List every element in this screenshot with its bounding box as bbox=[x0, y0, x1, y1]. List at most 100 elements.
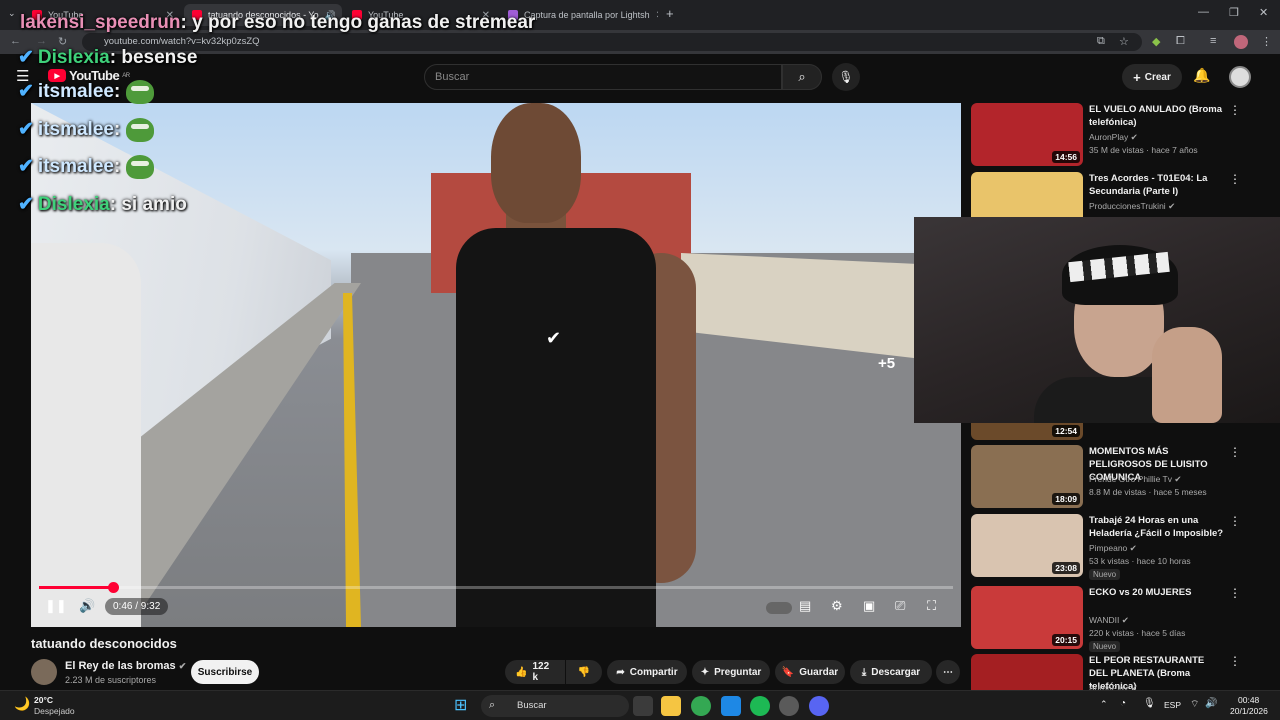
video-player[interactable]: ✔ +5 ❚❚ 🔊 0:46 / 9:32 ▤ ⚙ ▣ ⎚ ⛶ bbox=[31, 103, 961, 627]
clock-date[interactable]: 20/1/2026 bbox=[1230, 706, 1268, 716]
close-window-icon[interactable]: ✕ bbox=[1259, 6, 1268, 19]
subtitles-icon[interactable]: ▤ bbox=[799, 598, 811, 614]
more-actions-button[interactable]: ⋯ bbox=[936, 660, 960, 684]
file-explorer-icon[interactable] bbox=[661, 696, 681, 716]
obs-icon[interactable] bbox=[779, 696, 799, 716]
autoplay-toggle[interactable] bbox=[766, 602, 792, 614]
chat-username: itsmalee bbox=[37, 81, 114, 103]
list-item[interactable]: 23:08 Trabajé 24 Horas en una Heladería ¿… bbox=[971, 514, 1271, 580]
more-vertical-icon[interactable]: ⋮ bbox=[1229, 445, 1241, 459]
close-tab-icon[interactable]: ✕ bbox=[656, 10, 658, 21]
start-windows-icon[interactable]: ⊞ bbox=[454, 695, 467, 715]
settings-gear-icon[interactable]: ⚙ bbox=[831, 598, 843, 614]
chat-username: itsmalee bbox=[37, 119, 114, 141]
discord-icon[interactable] bbox=[809, 696, 829, 716]
more-vertical-icon[interactable]: ⋮ bbox=[1229, 654, 1241, 668]
recommendation-channel[interactable]: AuronPlay ✔ bbox=[1089, 132, 1138, 143]
save-button[interactable]: 🔖 Guardar bbox=[775, 660, 845, 684]
share-button[interactable]: ➦ Compartir bbox=[607, 660, 687, 684]
fullscreen-icon[interactable]: ⛶ bbox=[927, 598, 936, 614]
extensions-puzzle-icon[interactable]: ⧠ bbox=[1176, 35, 1185, 48]
more-vertical-icon[interactable]: ⋮ bbox=[1229, 103, 1241, 117]
new-tab-button[interactable]: + bbox=[666, 6, 674, 21]
video-thumbnail[interactable]: 23:08 bbox=[971, 514, 1083, 577]
weather-icon[interactable]: 🌙 bbox=[14, 696, 30, 712]
browser-menu-icon[interactable]: ⋮ bbox=[1261, 35, 1272, 48]
download-button[interactable]: ⤓ Descargar bbox=[850, 660, 932, 684]
subscribe-button[interactable]: Suscribirse bbox=[191, 660, 259, 684]
search-input[interactable]: Buscar bbox=[424, 64, 782, 90]
video-thumbnail[interactable]: 20:15 bbox=[971, 586, 1083, 649]
weather-temp[interactable]: 20°C bbox=[34, 695, 53, 705]
video-frame-man: ✔ bbox=[451, 103, 701, 627]
account-avatar[interactable] bbox=[1229, 66, 1251, 88]
dislike-button[interactable]: 👎 bbox=[566, 660, 602, 684]
voice-search-button[interactable]: 🎙 bbox=[832, 63, 860, 91]
recommendation-title[interactable]: ECKO vs 20 MUJERES bbox=[1089, 586, 1224, 599]
recommendation-channel[interactable]: WANDII ✔ bbox=[1089, 615, 1129, 626]
cast-icon[interactable]: ⎚ bbox=[895, 598, 905, 614]
more-vertical-icon[interactable]: ⋮ bbox=[1229, 514, 1241, 528]
clock-time[interactable]: 00:48 bbox=[1238, 695, 1259, 705]
more-horizontal-icon: ⋯ bbox=[943, 666, 953, 678]
volume-icon[interactable]: 🔊 bbox=[79, 598, 95, 614]
wifi-icon[interactable]: ⌔ bbox=[1190, 698, 1199, 711]
recommendation-channel[interactable]: ProduccionesTrukini ✔ bbox=[1089, 201, 1175, 212]
pause-icon[interactable]: ❚❚ bbox=[45, 598, 67, 614]
progress-bar[interactable] bbox=[39, 582, 953, 593]
tab-list-icon[interactable]: ⌄ bbox=[8, 8, 16, 19]
language-indicator[interactable]: ESP bbox=[1164, 700, 1181, 710]
install-app-icon[interactable]: ⧉ bbox=[1097, 35, 1105, 48]
recommendation-channel[interactable]: Prende Otro Phillie Tv ✔ bbox=[1089, 474, 1182, 485]
minimize-icon[interactable]: — bbox=[1198, 6, 1209, 18]
profile-avatar[interactable] bbox=[1234, 35, 1248, 49]
video-thumbnail[interactable]: 18:09 bbox=[971, 445, 1083, 508]
chat-username: lakensi_speedrun bbox=[20, 12, 181, 33]
create-button[interactable]: + Crear bbox=[1122, 64, 1182, 90]
list-item[interactable]: 18:09 MOMENTOS MÁS PELIGROSOS DE LUISITO … bbox=[971, 445, 1271, 511]
more-vertical-icon[interactable]: ⋮ bbox=[1229, 172, 1241, 186]
tray-network-icon[interactable]: ◔ bbox=[1120, 698, 1126, 709]
more-vertical-icon[interactable]: ⋮ bbox=[1229, 586, 1241, 600]
list-item[interactable]: 20:15 ECKO vs 20 MUJERES WANDII ✔ 220 k vis… bbox=[971, 586, 1271, 652]
media-controls-icon[interactable]: ≡ bbox=[1210, 35, 1216, 47]
badge-icon: ✔ bbox=[18, 156, 34, 178]
restore-icon[interactable]: ❐ bbox=[1229, 6, 1239, 19]
ask-button[interactable]: ✦ Preguntar bbox=[692, 660, 770, 684]
list-item[interactable]: 14:56 EL VUELO ANULADO (Broma telefónica)… bbox=[971, 103, 1271, 169]
recommendation-title[interactable]: Trabajé 24 Horas en una Heladería ¿Fácil… bbox=[1089, 514, 1224, 540]
miniplayer-icon[interactable]: ▣ bbox=[863, 598, 875, 614]
like-button[interactable]: 👍 122 k bbox=[505, 660, 565, 684]
volume-icon[interactable]: 🔊 bbox=[1205, 698, 1217, 709]
weather-desc: Despejado bbox=[34, 706, 75, 716]
share-label: Compartir bbox=[629, 666, 678, 678]
channel-avatar[interactable] bbox=[31, 659, 57, 685]
bookmark-star-icon[interactable]: ☆ bbox=[1119, 35, 1129, 48]
recommendation-meta: 35 M de vistas · hace 7 años bbox=[1089, 145, 1198, 155]
taskbar-search[interactable]: ⌕ Buscar bbox=[481, 695, 629, 717]
app-icon[interactable] bbox=[721, 696, 741, 716]
chrome-icon[interactable] bbox=[691, 696, 711, 716]
recommendation-title[interactable]: Tres Acordes - T01E04: La Secundaria (Pa… bbox=[1089, 172, 1224, 198]
recommendation-title[interactable]: EL VUELO ANULADO (Broma telefónica) bbox=[1089, 103, 1224, 129]
tray-mic-icon[interactable]: 🎙 bbox=[1143, 698, 1156, 709]
badge-icon: ✔ bbox=[18, 47, 34, 68]
tray-chevron-icon[interactable]: ⌃ bbox=[1100, 699, 1108, 710]
channel-text: AuronPlay bbox=[1089, 132, 1129, 142]
notifications-bell-icon[interactable]: 🔔 bbox=[1193, 67, 1210, 84]
taskbar-search-label: Buscar bbox=[517, 700, 547, 711]
spotify-icon[interactable] bbox=[750, 696, 770, 716]
share-icon: ➦ bbox=[616, 666, 625, 678]
task-view-icon[interactable] bbox=[633, 696, 653, 716]
pepe-emote-icon bbox=[126, 118, 155, 142]
verified-icon: ✔ bbox=[178, 661, 187, 671]
overlay-counter: +5 bbox=[878, 355, 896, 372]
progress-scrubber[interactable] bbox=[108, 582, 120, 593]
search-button[interactable]: ⌕ bbox=[782, 64, 822, 90]
video-thumbnail[interactable]: 14:56 bbox=[971, 103, 1083, 166]
recommendation-meta: 8.8 M de vistas · hace 5 meses bbox=[1089, 487, 1207, 497]
channel-name[interactable]: El Rey de las bromas ✔ bbox=[65, 660, 186, 672]
extension-icon[interactable]: ◆ bbox=[1152, 35, 1160, 48]
recommendation-channel[interactable]: Pimpeano ✔ bbox=[1089, 543, 1137, 554]
address-field[interactable]: youtube.com/watch?v=kv32kp0zsZQ bbox=[82, 33, 1142, 51]
